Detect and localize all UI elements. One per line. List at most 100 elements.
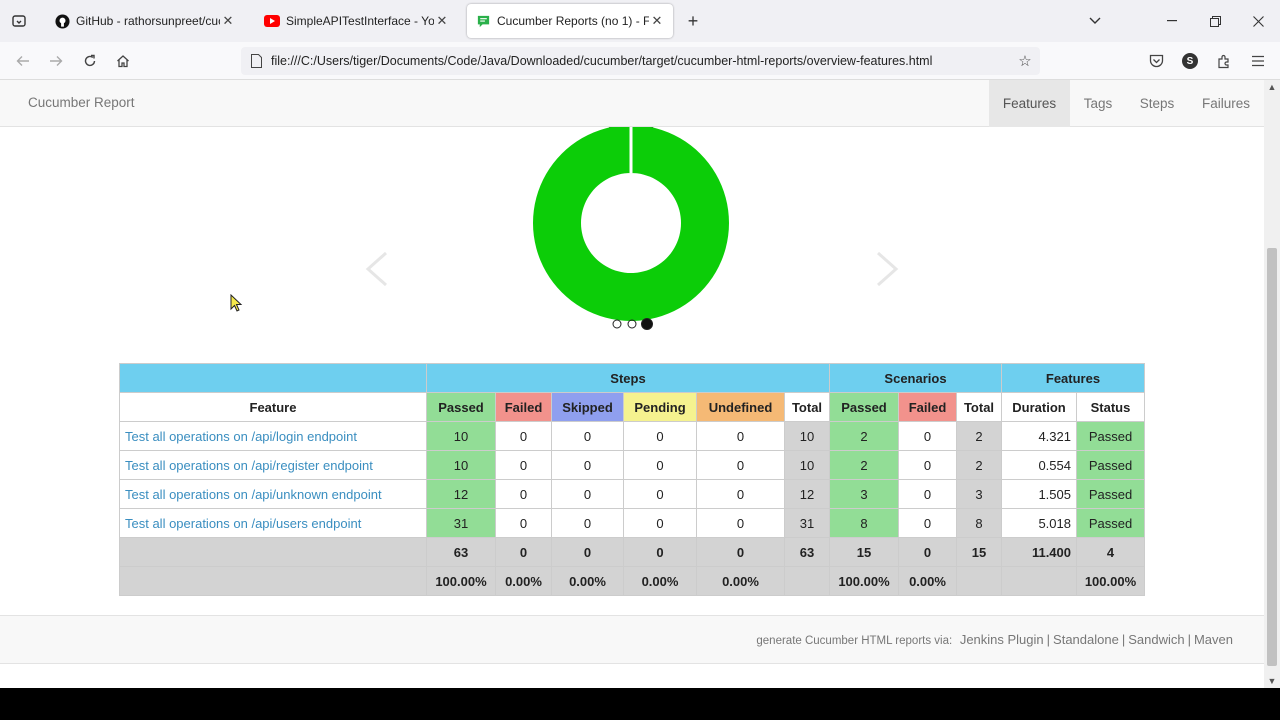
- col-steps-pending[interactable]: Pending: [623, 392, 697, 422]
- col-duration[interactable]: Duration: [1001, 392, 1077, 422]
- table-row: Test all operations on /api/login endpoi…: [119, 421, 1145, 451]
- steps-undefined-cell: 0: [696, 508, 785, 538]
- footer-link-sandwich[interactable]: Sandwich: [1128, 632, 1184, 647]
- close-tab-icon[interactable]: ✕: [220, 13, 236, 29]
- steps-total-cell: 31: [784, 508, 830, 538]
- tab-github[interactable]: GitHub - rathorsunpreet/cucumber ✕: [46, 4, 244, 38]
- steps-skipped-cell: 0: [551, 421, 624, 451]
- steps-pending-cell: 0: [623, 421, 697, 451]
- carousel-indicator[interactable]: [641, 318, 653, 330]
- scenarios-failed-cell: 0: [898, 508, 957, 538]
- back-icon[interactable]: [11, 49, 35, 73]
- letterbox-bar: [0, 688, 1280, 720]
- footer-link-jenkins[interactable]: Jenkins Plugin: [960, 632, 1044, 647]
- status-cell: Passed: [1076, 450, 1145, 480]
- carousel-indicator[interactable]: [612, 319, 622, 329]
- restore-icon[interactable]: [1202, 8, 1228, 34]
- scenarios-total-cell: 2: [956, 421, 1002, 451]
- nav-failures[interactable]: Failures: [1192, 80, 1260, 127]
- scroll-down-icon[interactable]: ▼: [1264, 676, 1280, 686]
- col-feature[interactable]: Feature: [119, 392, 427, 422]
- close-tab-icon[interactable]: ✕: [649, 13, 665, 29]
- pct-scenarios-total: [956, 566, 1002, 596]
- feature-link[interactable]: Test all operations on /api/register end…: [119, 450, 427, 480]
- total-scenarios-passed: 15: [829, 537, 899, 567]
- url-text[interactable]: file:///C:/Users/tiger/Documents/Code/Ja…: [271, 54, 1010, 68]
- pct-steps-total: [784, 566, 830, 596]
- col-steps-total[interactable]: Total: [784, 392, 830, 422]
- steps-total-cell: 12: [784, 479, 830, 509]
- scenarios-total-cell: 2: [956, 450, 1002, 480]
- footer-prefix: generate Cucumber HTML reports via:: [756, 635, 953, 647]
- account-initial: S: [1186, 55, 1194, 67]
- total-steps-failed: 0: [495, 537, 552, 567]
- scenarios-passed-cell: 2: [829, 421, 899, 451]
- pocket-icon[interactable]: [1144, 49, 1168, 73]
- chart-carousel: Steps: [0, 127, 1264, 355]
- footer-link-standalone[interactable]: Standalone: [1053, 632, 1119, 647]
- minimize-icon[interactable]: [1159, 8, 1185, 34]
- steps-passed-cell: 31: [426, 508, 496, 538]
- nav-steps[interactable]: Steps: [1128, 80, 1186, 127]
- total-steps-skipped: 0: [551, 537, 624, 567]
- nav-features[interactable]: Features: [989, 80, 1070, 127]
- page-scrollbar[interactable]: ▲ ▼: [1264, 80, 1280, 688]
- col-scenarios-total[interactable]: Total: [956, 392, 1002, 422]
- scenarios-passed-cell: 8: [829, 508, 899, 538]
- feature-link[interactable]: Test all operations on /api/unknown endp…: [119, 479, 427, 509]
- reload-icon[interactable]: [78, 49, 102, 73]
- col-steps-failed[interactable]: Failed: [495, 392, 552, 422]
- scrollbar-thumb[interactable]: [1267, 248, 1277, 666]
- pct-scenarios-failed: 0.00%: [898, 566, 957, 596]
- steps-undefined-cell: 0: [696, 479, 785, 509]
- total-features: 4: [1076, 537, 1145, 567]
- extensions-icon[interactable]: [1212, 49, 1236, 73]
- duration-cell: 1.505: [1001, 479, 1077, 509]
- col-scenarios-failed[interactable]: Failed: [898, 392, 957, 422]
- carousel-next-icon[interactable]: [876, 251, 900, 287]
- close-tab-icon[interactable]: ✕: [434, 13, 450, 29]
- home-icon[interactable]: [111, 49, 135, 73]
- status-cell: Passed: [1076, 508, 1145, 538]
- nav-tags[interactable]: Tags: [1072, 80, 1124, 127]
- col-status[interactable]: Status: [1076, 392, 1145, 422]
- steps-passed-cell: 10: [426, 421, 496, 451]
- col-steps-passed[interactable]: Passed: [426, 392, 496, 422]
- bookmark-star-icon[interactable]: ☆: [1010, 52, 1040, 70]
- col-scenarios-passed[interactable]: Passed: [829, 392, 899, 422]
- tab-title: Cucumber Reports (no 1) - Features: [497, 14, 649, 28]
- carousel-prev-icon[interactable]: [364, 251, 388, 287]
- totals-row: 63 0 0 0 0 63 15 0 15 11.400 4: [119, 537, 1145, 567]
- status-cell: Passed: [1076, 421, 1145, 451]
- footer-link-maven[interactable]: Maven: [1194, 632, 1233, 647]
- tab-cucumber-reports[interactable]: Cucumber Reports (no 1) - Features ✕: [467, 4, 673, 38]
- menu-icon[interactable]: [1246, 49, 1270, 73]
- chat-icon: [475, 13, 491, 29]
- col-steps-skipped[interactable]: Skipped: [551, 392, 624, 422]
- col-steps-undefined[interactable]: Undefined: [696, 392, 785, 422]
- tab-list-icon[interactable]: [8, 10, 30, 32]
- forward-icon[interactable]: [44, 49, 68, 73]
- new-tab-icon[interactable]: +: [682, 10, 704, 32]
- pct-features-passed: 100.00%: [1076, 566, 1145, 596]
- brand-link[interactable]: Cucumber Report: [28, 95, 135, 110]
- chevron-down-icon[interactable]: [1082, 8, 1108, 34]
- steps-undefined-cell: 0: [696, 421, 785, 451]
- table-row: Test all operations on /api/users endpoi…: [119, 508, 1145, 538]
- scroll-up-icon[interactable]: ▲: [1264, 82, 1280, 92]
- report-footer: generate Cucumber HTML reports via: Jenk…: [0, 615, 1264, 664]
- tab-youtube[interactable]: SimpleAPITestInterface - YouTube ✕: [256, 4, 458, 38]
- steps-failed-cell: 0: [495, 421, 552, 451]
- scenarios-total-cell: 3: [956, 479, 1002, 509]
- account-avatar[interactable]: S: [1178, 49, 1202, 73]
- feature-statistics-table: Steps Scenarios Features Feature Passed …: [119, 363, 1145, 596]
- total-steps-pending: 0: [623, 537, 697, 567]
- duration-cell: 0.554: [1001, 450, 1077, 480]
- tab-title: SimpleAPITestInterface - YouTube: [286, 14, 434, 28]
- feature-link[interactable]: Test all operations on /api/login endpoi…: [119, 421, 427, 451]
- close-window-icon[interactable]: [1245, 8, 1271, 34]
- carousel-indicator[interactable]: [627, 319, 637, 329]
- steps-pending-cell: 0: [623, 508, 697, 538]
- feature-link[interactable]: Test all operations on /api/users endpoi…: [119, 508, 427, 538]
- address-bar[interactable]: file:///C:/Users/tiger/Documents/Code/Ja…: [241, 47, 1040, 75]
